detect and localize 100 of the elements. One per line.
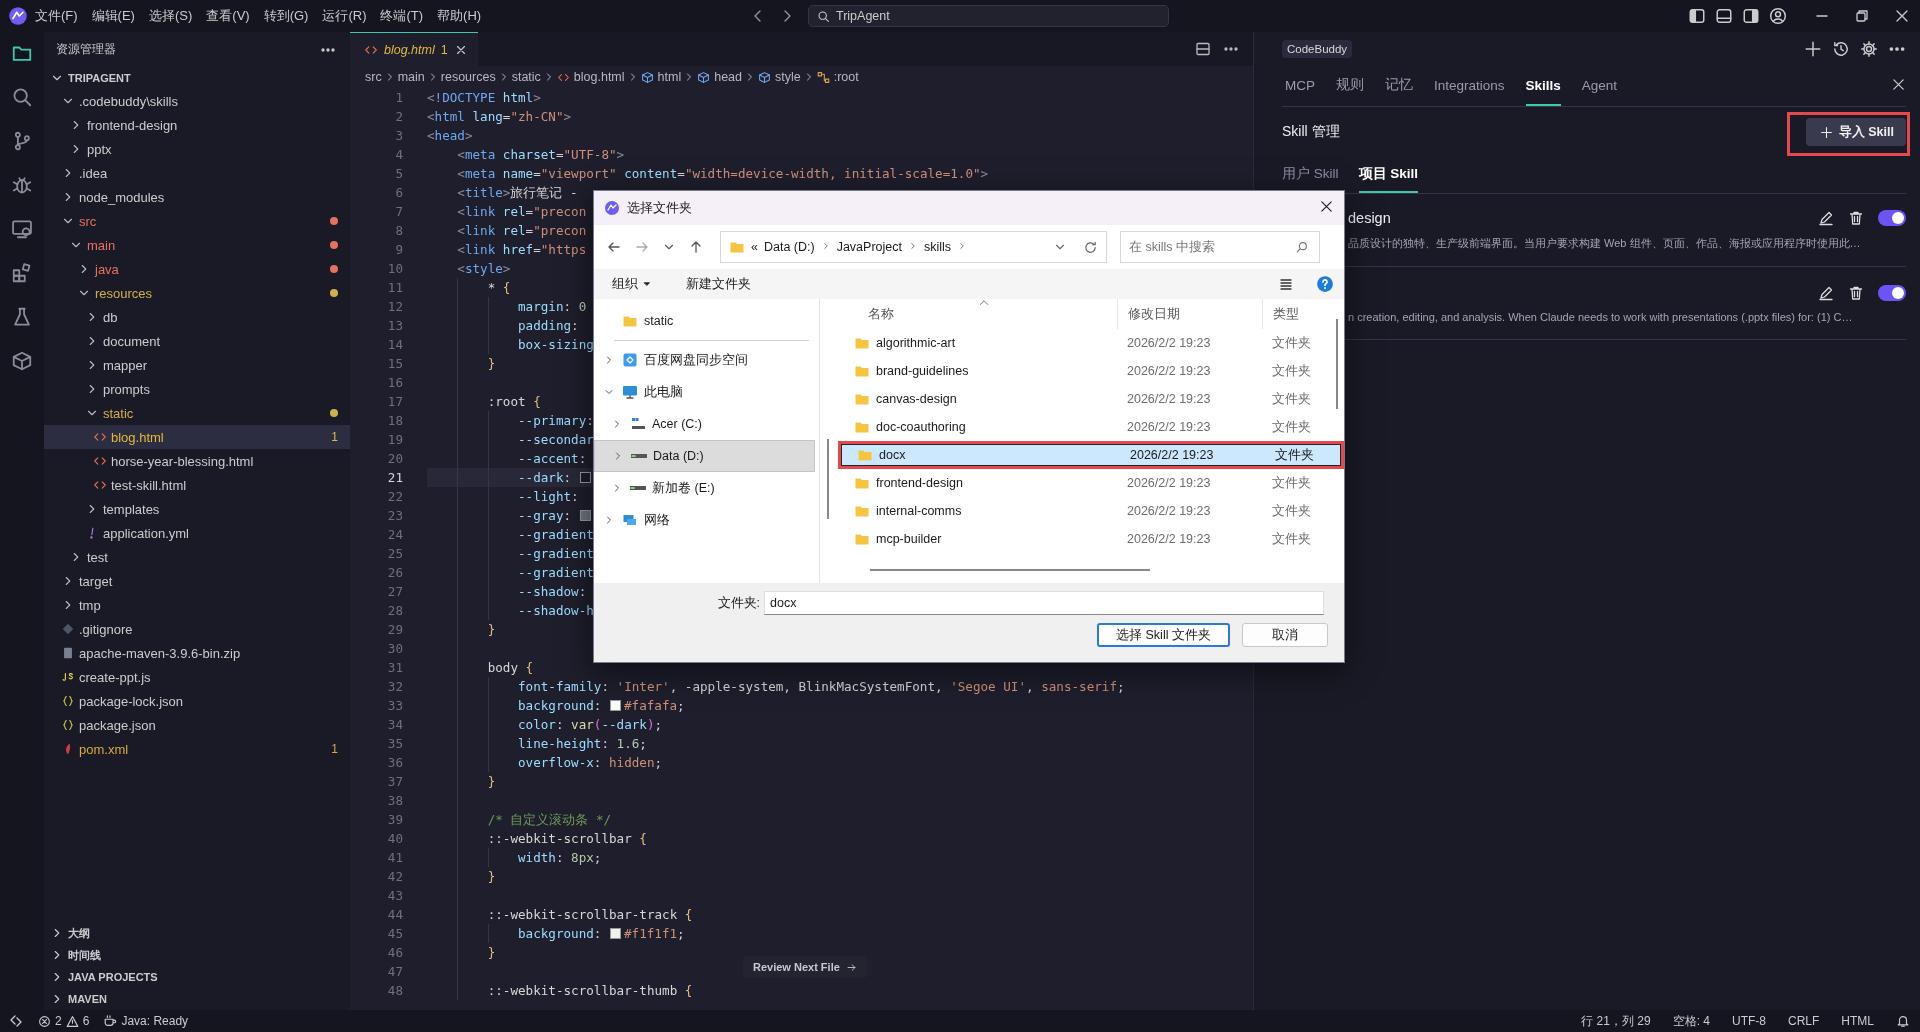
breadcrumb-item[interactable]: resources [440,70,496,84]
breadcrumb-item[interactable]: html [640,70,682,84]
tab[interactable]: 记忆 [1385,66,1413,106]
organize-button[interactable]: 组织 [608,273,656,295]
panel-toggle-icon[interactable] [1715,7,1733,25]
folder-name-field[interactable]: docx [764,591,1324,615]
file-item[interactable]: package.json [44,713,350,737]
file-item[interactable]: apache-maven-3.9.6-bin.zip [44,641,350,665]
folder-row[interactable]: internal-comms 2026/2/2 19:23 文件夹 [838,497,1344,525]
refresh-icon[interactable] [1083,239,1098,255]
history-icon[interactable] [1832,40,1850,58]
warning-count[interactable]: 6 [82,1014,90,1028]
menu-item[interactable]: 终端(T) [373,7,431,25]
new-folder-button[interactable]: 新建文件夹 [682,273,755,295]
navigation-item[interactable]: Data (D:) [594,440,815,472]
column-header[interactable]: 名称 [838,299,1117,329]
edit-icon[interactable] [1818,210,1834,226]
folder-row[interactable]: doc-coauthoring 2026/2/2 19:23 文件夹 [838,413,1344,441]
status-item[interactable]: HTML [1841,1014,1874,1028]
breadcrumb-item[interactable]: static [511,70,541,84]
menu-item[interactable]: 选择(S) [141,7,200,25]
folder-item[interactable]: static [44,401,350,425]
close-icon[interactable] [1894,8,1910,24]
folder-item[interactable]: target [44,569,350,593]
toggle-switch[interactable] [1878,210,1906,226]
path-segment[interactable]: skills [923,240,952,254]
menu-item[interactable]: 查看(V) [199,7,257,25]
menu-item[interactable]: 文件(F) [28,7,85,25]
folder-item[interactable]: resources [44,281,350,305]
coffee-cup-icon[interactable] [103,1014,118,1028]
breadcrumb-item[interactable]: :root [816,70,859,84]
folder-item[interactable]: src [44,209,350,233]
remote-monitor-icon[interactable] [11,218,33,240]
folder-item[interactable]: .idea [44,161,350,185]
search-field[interactable]: 在 skills 中搜索 [1120,231,1320,263]
folder-row[interactable]: canvas-design 2026/2/2 19:23 文件夹 [838,385,1344,413]
menu-item[interactable]: 帮助(H) [430,7,489,25]
folder-item[interactable]: document [44,329,350,353]
folder-item[interactable]: templates [44,497,350,521]
error-icon[interactable] [38,1014,51,1028]
editor-tab[interactable]: blog.html 1 [350,32,478,66]
cancel-button[interactable]: 取消 [1242,623,1328,647]
warning-icon[interactable] [65,1014,79,1028]
file-item[interactable]: package-lock.json [44,689,350,713]
file-item[interactable]: test-skill.html [44,473,350,497]
file-item[interactable]: .gitignore [44,617,350,641]
status-item[interactable]: Java: Ready [121,1014,189,1028]
folder-item[interactable]: test [44,545,350,569]
settings-icon[interactable] [1860,40,1878,58]
color-swatch[interactable] [610,700,621,711]
folder-item[interactable]: db [44,305,350,329]
folder-item[interactable]: java [44,257,350,281]
tab[interactable]: Skills [1525,66,1561,106]
navigation-item[interactable]: static [594,305,815,337]
status-item[interactable]: UTF-8 [1732,1014,1766,1028]
breadcrumb-item[interactable]: head [697,70,742,84]
column-header[interactable]: 修改日期 [1117,299,1262,329]
trash-icon[interactable] [1848,284,1864,301]
tab[interactable]: Integrations [1434,66,1505,106]
search-field[interactable]: TripAgent [808,5,1169,27]
path-segment[interactable]: Data (D:) [763,240,815,254]
tab[interactable]: 用户 Skill [1282,157,1339,193]
view-options-icon[interactable] [1278,276,1294,292]
status-item[interactable]: 空格: 4 [1672,1012,1710,1030]
panel-tab[interactable]: CodeBuddy [1282,40,1353,58]
folder-item[interactable]: pptx [44,137,350,161]
menu-item[interactable]: 运行(R) [315,7,374,25]
navigation-item[interactable]: 此电脑 [594,376,815,408]
color-swatch[interactable] [610,928,621,939]
address-bar[interactable]: « Data (D:) JavaProject skills [720,231,1107,263]
menu-item[interactable]: 编辑(E) [84,7,142,25]
error-count[interactable]: 2 [55,1014,62,1028]
path-segment[interactable]: JavaProject [836,240,902,254]
breadcrumb-item[interactable]: main [397,70,425,84]
breadcrumb-item[interactable]: style [758,70,801,84]
navigation-item[interactable]: 百度网盘同步空间 [594,344,815,376]
import-skill-button[interactable]: 导入 Skill [1805,118,1906,146]
navigation-item[interactable]: 新加卷 (E:) [594,472,815,504]
secondary-sidebar-icon[interactable] [1742,7,1760,25]
folder-row[interactable]: docx 2026/2/2 19:23 文件夹 [838,441,1344,469]
breadcrumb-item[interactable]: blog.html [556,70,625,84]
file-item[interactable]: pom.xml 1 [44,737,350,761]
file-item[interactable]: application.yml [44,521,350,545]
plus-icon[interactable] [1804,40,1822,58]
account-icon[interactable] [1769,7,1787,25]
status-item[interactable]: 行 21，列 29 [1581,1012,1651,1030]
file-item[interactable]: horse-year-blessing.html [44,449,350,473]
folder-row[interactable]: algorithmic-art 2026/2/2 19:23 文件夹 [838,329,1344,357]
folder-item[interactable]: prompts [44,377,350,401]
toggle-switch[interactable] [1878,284,1906,301]
app-logo-icon[interactable] [8,6,28,26]
extensions-icon[interactable] [11,262,33,284]
color-swatch[interactable] [579,510,591,521]
tab[interactable]: 规则 [1336,66,1364,106]
folder-row[interactable]: brand-guidelines 2026/2/2 19:23 文件夹 [838,357,1344,385]
breadcrumb-item[interactable]: src [365,70,382,84]
file-item[interactable]: blog.html 1 [44,425,350,449]
close-icon[interactable] [1891,77,1906,92]
folder-item[interactable]: node_modules [44,185,350,209]
path-prefix[interactable]: « [751,240,758,254]
